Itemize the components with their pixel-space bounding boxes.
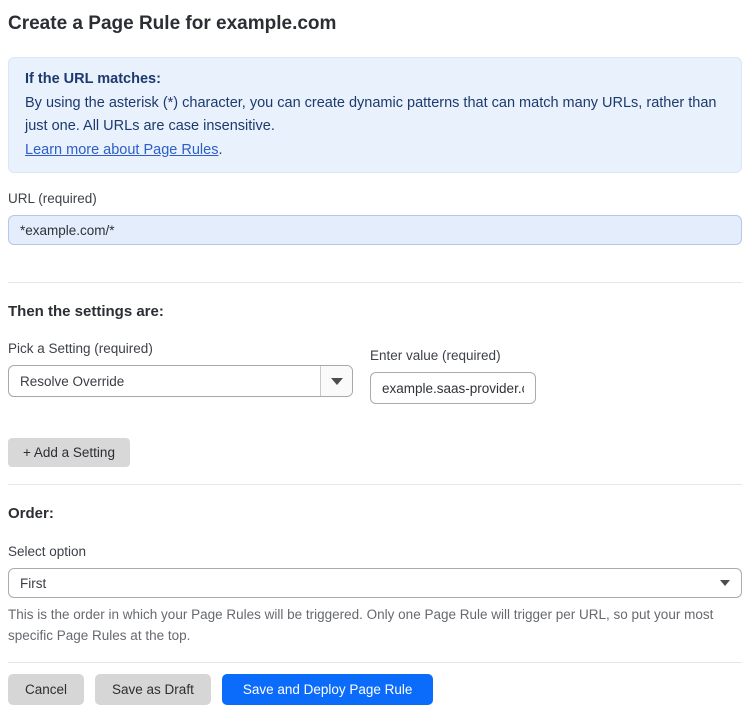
save-deploy-button[interactable]: Save and Deploy Page Rule [221, 674, 434, 705]
url-match-info-box: If the URL matches: By using the asteris… [8, 57, 742, 173]
setting-select-value: Resolve Override [20, 373, 125, 389]
value-label: Enter value (required) [370, 348, 501, 363]
add-setting-wrap: + Add a Setting [8, 438, 742, 467]
order-select-label: Select option [8, 544, 87, 559]
order-field-group: Select option First [8, 544, 742, 598]
info-box-body: By using the asterisk (*) character, you… [25, 94, 717, 135]
order-help-text: This is the order in which your Page Rul… [8, 607, 714, 643]
order-heading: Order: [8, 505, 54, 522]
add-setting-button[interactable]: + Add a Setting [8, 438, 130, 467]
chevron-down-icon [720, 580, 730, 586]
settings-row: Pick a Setting (required) Resolve Overri… [8, 341, 742, 404]
settings-heading: Then the settings are: [8, 303, 164, 320]
divider [8, 282, 742, 283]
url-field-group: URL (required) [8, 191, 742, 245]
page-title: Create a Page Rule for example.com [8, 13, 337, 34]
footer-actions: Cancel Save as Draft Save and Deploy Pag… [8, 674, 742, 705]
link-suffix: . [218, 141, 223, 158]
learn-more-link[interactable]: Learn more about Page Rules [25, 142, 218, 158]
setting-label: Pick a Setting (required) [8, 341, 153, 356]
info-box-heading: If the URL matches: [25, 71, 161, 87]
divider [8, 484, 742, 485]
order-select[interactable]: First [8, 568, 742, 598]
url-label: URL (required) [8, 191, 97, 206]
chevron-down-icon [330, 377, 343, 385]
setting-value-input[interactable] [370, 372, 536, 404]
value-field-group: Enter value (required) [370, 348, 536, 404]
setting-field-group: Pick a Setting (required) Resolve Overri… [8, 341, 353, 404]
save-draft-button[interactable]: Save as Draft [95, 674, 211, 705]
setting-select[interactable]: Resolve Override [8, 365, 353, 397]
url-input[interactable] [8, 215, 742, 245]
info-box-link-line: Learn more about Page Rules. [25, 139, 725, 163]
divider [8, 662, 742, 663]
cancel-button[interactable]: Cancel [8, 674, 85, 705]
order-select-value: First [20, 575, 47, 591]
setting-select-arrow-button[interactable] [320, 366, 352, 396]
page-rule-form: Create a Page Rule for example.com If th… [0, 12, 750, 705]
